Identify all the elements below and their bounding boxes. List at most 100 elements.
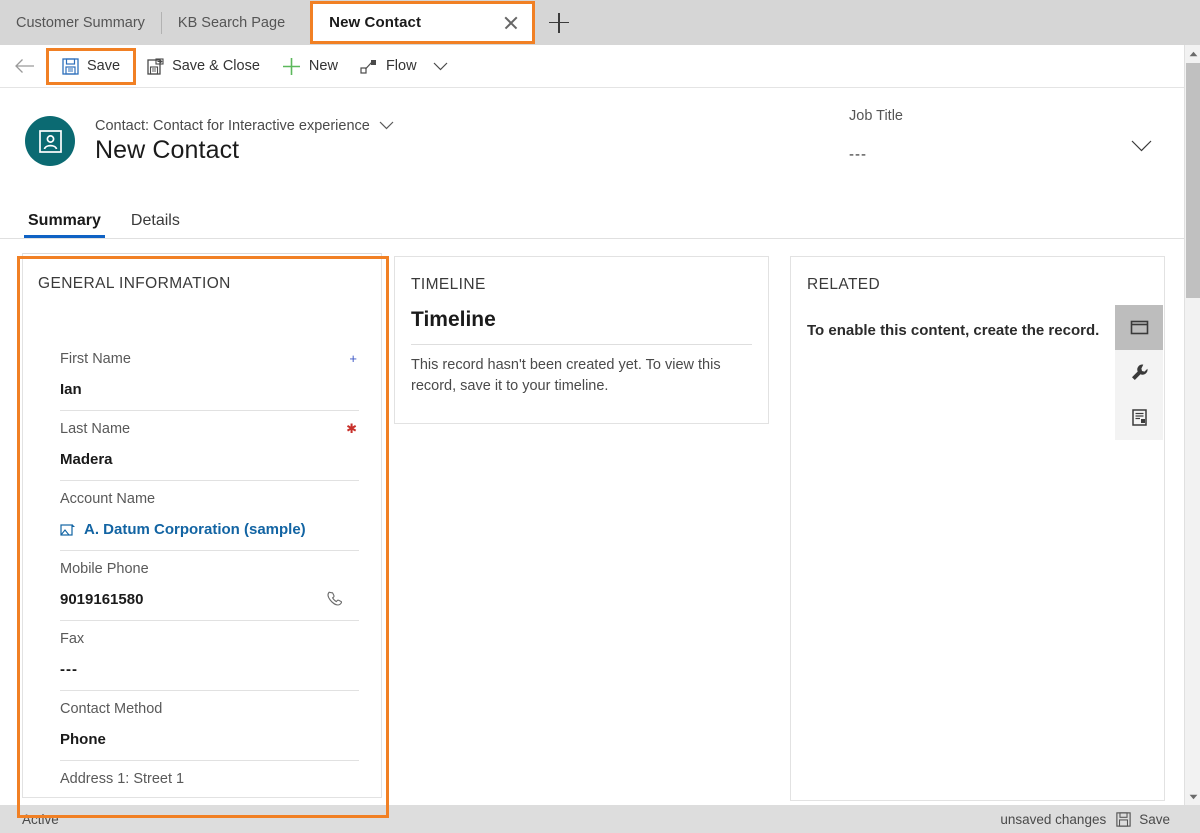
field-value: --- [60,661,78,678]
timeline-title: Timeline [411,308,496,331]
avatar [25,116,75,166]
tab-summary[interactable]: Summary [24,212,105,238]
tab-label: Details [130,212,180,229]
timeline-section: TIMELINE Timeline This record hasn't bee… [394,256,769,424]
related-heading: RELATED [807,276,881,293]
tab-details[interactable]: Details [127,212,184,238]
tab-label: Summary [28,212,101,229]
panel-window-icon [1130,320,1148,335]
flow-button[interactable]: Flow [349,49,428,83]
chevron-down-icon [1131,140,1151,152]
form-name-label: Contact: Contact for Interactive experie… [95,117,370,134]
status-bar-right: unsaved changes Save [1000,812,1188,827]
page-title: New Contact [95,135,240,164]
general-information-fields: First Name + Ian Last Name ✱ Madera Acco… [23,341,381,797]
new-tab-button[interactable] [541,0,577,45]
recommended-marker-icon: + [349,351,357,366]
back-button[interactable] [8,49,42,83]
command-bar: Save Save & Close New Flow [0,45,1200,88]
browser-tab-label: New Contact [329,14,422,31]
save-button[interactable]: Save [46,47,137,85]
header-field-label: Job Title [849,108,903,124]
field-label: Contact Method [60,701,163,717]
close-icon[interactable] [502,14,520,32]
form-tab-list: Summary Details [0,193,1185,239]
save-floppy-icon [62,57,79,75]
new-button[interactable]: New [271,49,349,83]
field-label: Last Name [60,421,131,437]
field-fax[interactable]: Fax --- [60,621,359,691]
app-root: Customer Summary KB Search Page New Cont… [0,0,1200,833]
rail-button-tools[interactable] [1115,350,1163,395]
contact-card-icon [38,129,62,153]
save-button-label: Save [87,58,121,74]
field-value: Madera [60,451,113,468]
status-save-button[interactable]: Save [1116,812,1188,827]
field-account-name[interactable]: Account Name A. Datum Corporation (sampl… [60,481,359,551]
related-section: RELATED To enable this content, create t… [790,256,1165,801]
browser-tab-strip: Customer Summary KB Search Page New Cont… [0,0,1200,45]
record-header-titles: Contact: Contact for Interactive experie… [95,118,394,165]
browser-tab-label: Customer Summary [16,14,145,31]
document-icon [1131,409,1147,426]
general-information-section: GENERAL INFORMATION First Name + Ian Las… [22,253,382,798]
chevron-down-icon [433,62,448,70]
form-selector[interactable]: Contact: Contact for Interactive experie… [95,118,394,134]
plus-icon [549,12,570,33]
timeline-empty-message: This record hasn't been created yet. To … [411,357,721,395]
save-and-close-icon [147,57,164,75]
browser-tab-new-contact[interactable]: New Contact [310,1,536,44]
form-canvas: GENERAL INFORMATION First Name + Ian Las… [0,240,1185,805]
field-label: First Name [60,351,131,367]
general-information-heading: GENERAL INFORMATION [38,275,231,292]
triangle-up-icon [1189,51,1197,56]
related-icon-rail [1115,305,1163,440]
field-address1-street1[interactable]: Address 1: Street 1 [60,761,359,797]
phone-call-icon[interactable] [325,589,345,609]
field-value: 9019161580 [60,591,144,608]
field-value: Phone [60,731,106,748]
header-expand-button[interactable] [1125,130,1157,162]
triangle-down-icon [1189,794,1197,799]
account-lookup-icon [60,523,75,536]
field-mobile-phone[interactable]: Mobile Phone 9019161580 [60,551,359,621]
field-value: Ian [60,381,82,398]
flow-button-label: Flow [385,58,417,74]
field-value-lookup[interactable]: A. Datum Corporation (sample) [60,521,359,538]
scroll-up-button[interactable] [1185,45,1200,62]
browser-tab-active-wrapper: New Contact [310,0,536,45]
lookup-link-text: A. Datum Corporation (sample) [84,521,306,538]
unsaved-changes-text: unsaved changes [1000,811,1107,827]
required-marker-icon: ✱ [346,421,357,436]
field-label: Mobile Phone [60,561,149,577]
timeline-heading: TIMELINE [411,276,486,293]
scroll-down-button[interactable] [1185,788,1200,805]
browser-tab-kb-search-page[interactable]: KB Search Page [162,0,301,45]
rail-button-panel[interactable] [1115,305,1163,350]
status-save-label: Save [1139,811,1170,827]
browser-tab-customer-summary[interactable]: Customer Summary [0,0,161,45]
save-and-close-label: Save & Close [172,58,260,74]
plus-icon [282,57,301,76]
save-and-close-button[interactable]: Save & Close [136,49,271,83]
status-badge: Active [22,811,59,827]
field-last-name[interactable]: Last Name ✱ Madera [60,411,359,481]
scrollbar-thumb[interactable] [1186,63,1200,298]
command-bar-overflow-button[interactable] [428,49,454,83]
field-label: Address 1: Street 1 [60,771,185,787]
header-field-value: --- [849,146,867,163]
page-vertical-scrollbar[interactable] [1184,45,1200,805]
related-empty-message: To enable this content, create the recor… [807,322,1100,339]
header-job-title-field[interactable]: Job Title --- [849,108,1149,163]
field-first-name[interactable]: First Name + Ian [60,341,359,411]
field-label: Account Name [60,491,156,507]
new-button-label: New [308,58,338,74]
field-contact-method[interactable]: Contact Method Phone [60,691,359,761]
browser-tab-label: KB Search Page [177,14,286,31]
field-label: Fax [60,631,85,647]
flow-icon [360,58,378,75]
back-arrow-icon [15,59,34,73]
save-floppy-icon [1116,811,1131,827]
rail-button-document[interactable] [1115,395,1163,440]
status-bar: Active unsaved changes Save [0,805,1200,833]
